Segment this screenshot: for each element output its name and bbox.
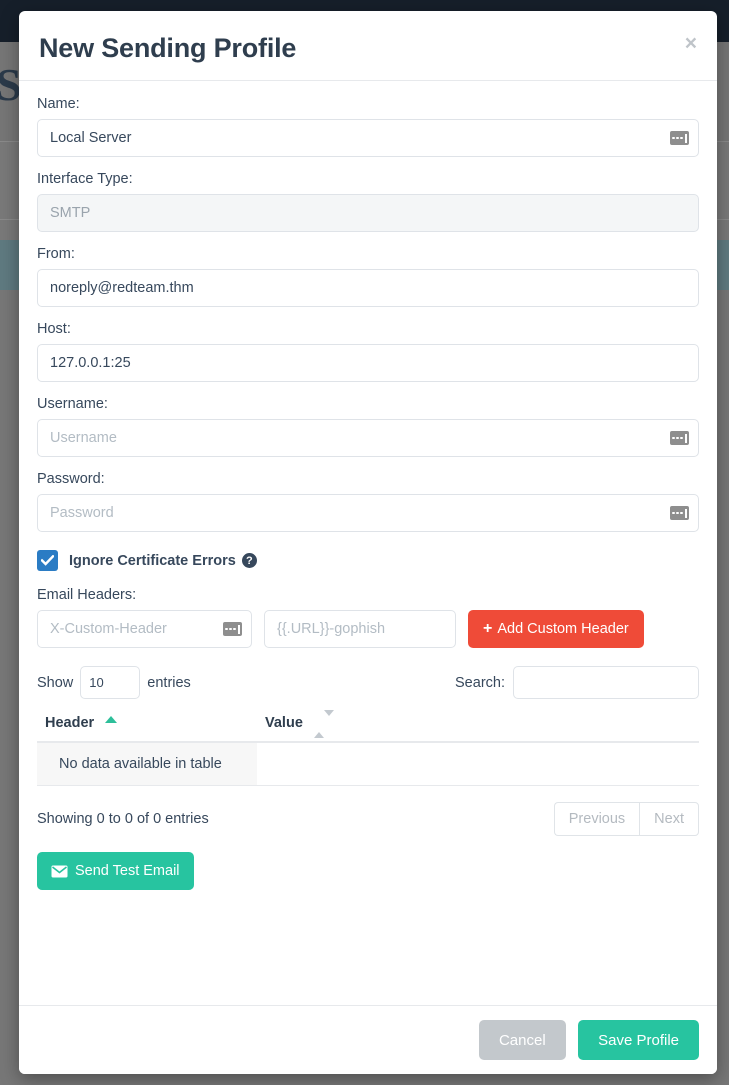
field-group-host: Host: [37, 321, 699, 382]
new-sending-profile-modal: New Sending Profile × Name: Interface Ty… [19, 11, 717, 1074]
username-label: Username: [37, 396, 699, 412]
username-input[interactable] [37, 419, 699, 457]
password-manager-icon[interactable] [223, 622, 242, 636]
field-group-username: Username: [37, 396, 699, 457]
modal-footer: Cancel Save Profile [19, 1005, 717, 1074]
interface-type-input [37, 194, 699, 232]
empty-table-message: No data available in table [37, 742, 257, 786]
search-label: Search: [455, 675, 505, 691]
password-manager-icon[interactable] [670, 131, 689, 145]
from-input[interactable] [37, 269, 699, 307]
empty-table-filler [257, 742, 699, 786]
column-label: Header [45, 715, 94, 731]
table-row: No data available in table [37, 742, 699, 786]
ignore-certificate-errors-checkbox[interactable] [37, 550, 58, 571]
background-logo: S [0, 58, 21, 111]
host-input[interactable] [37, 344, 699, 382]
username-input-wrap [37, 419, 699, 457]
password-input-wrap [37, 494, 699, 532]
name-input-wrap [37, 119, 699, 157]
help-icon[interactable]: ? [242, 553, 257, 568]
ignore-certificate-errors-label: Ignore Certificate Errors [69, 553, 236, 569]
password-label: Password: [37, 471, 699, 487]
password-manager-icon[interactable] [670, 431, 689, 445]
password-input[interactable] [37, 494, 699, 532]
custom-header-input[interactable] [37, 610, 252, 648]
close-icon[interactable]: × [679, 29, 703, 58]
search-input[interactable] [513, 666, 699, 699]
send-test-email-button[interactable]: Send Test Email [37, 852, 194, 890]
datatable-filter-control: Search: [455, 666, 699, 699]
field-group-name: Name: [37, 96, 699, 157]
modal-body: Name: Interface Type: From: Host: [19, 81, 717, 900]
send-test-email-label: Send Test Email [75, 863, 180, 879]
table-body: No data available in table [37, 742, 699, 786]
page-length-select[interactable]: 10 [80, 666, 140, 699]
pagination: Previous Next [554, 802, 699, 836]
field-group-password: Password: [37, 471, 699, 532]
field-group-from: From: [37, 246, 699, 307]
email-headers-section: Email Headers: + Add Custom Header [37, 587, 699, 648]
column-label: Value [265, 715, 303, 731]
entries-label: entries [147, 675, 191, 691]
name-label: Name: [37, 96, 699, 112]
plus-icon: + [483, 621, 492, 637]
show-label: Show [37, 675, 73, 691]
page-root: S New Sending Profile × Name: Interface … [0, 0, 729, 1085]
sort-ascending-icon [105, 716, 117, 723]
email-headers-row: + Add Custom Header [37, 610, 699, 648]
cancel-button[interactable]: Cancel [479, 1020, 566, 1060]
interface-type-label: Interface Type: [37, 171, 699, 187]
custom-header-value-input-wrap [264, 610, 456, 648]
email-headers-label: Email Headers: [37, 587, 699, 603]
check-icon [41, 555, 54, 566]
datatable-footer: Showing 0 to 0 of 0 entries Previous Nex… [37, 802, 699, 836]
next-page-button[interactable]: Next [639, 802, 699, 836]
column-header-header[interactable]: Header [37, 709, 257, 742]
save-profile-button[interactable]: Save Profile [578, 1020, 699, 1060]
previous-page-button[interactable]: Previous [554, 802, 639, 836]
ignore-certificate-errors-row: Ignore Certificate Errors ? [37, 550, 699, 571]
add-custom-header-button[interactable]: + Add Custom Header [468, 610, 644, 648]
custom-header-input-wrap [37, 610, 252, 648]
table-head: Header Value [37, 709, 699, 742]
host-label: Host: [37, 321, 699, 337]
field-group-interface-type: Interface Type: [37, 171, 699, 232]
datatable-controls: Show 10 entries Search: [37, 666, 699, 699]
datatable-length-control: Show 10 entries [37, 666, 191, 699]
column-header-value[interactable]: Value [257, 709, 699, 742]
modal-header: New Sending Profile × [19, 11, 717, 81]
from-label: From: [37, 246, 699, 262]
headers-table: Header Value No data available in [37, 709, 699, 786]
name-input[interactable] [37, 119, 699, 157]
add-custom-header-label: Add Custom Header [497, 621, 628, 637]
password-manager-icon[interactable] [670, 506, 689, 520]
table-header-row: Header Value [37, 709, 699, 742]
custom-header-value-input[interactable] [264, 610, 456, 648]
datatable-info: Showing 0 to 0 of 0 entries [37, 811, 209, 827]
envelope-icon [51, 865, 68, 878]
page-title: New Sending Profile [39, 33, 697, 64]
